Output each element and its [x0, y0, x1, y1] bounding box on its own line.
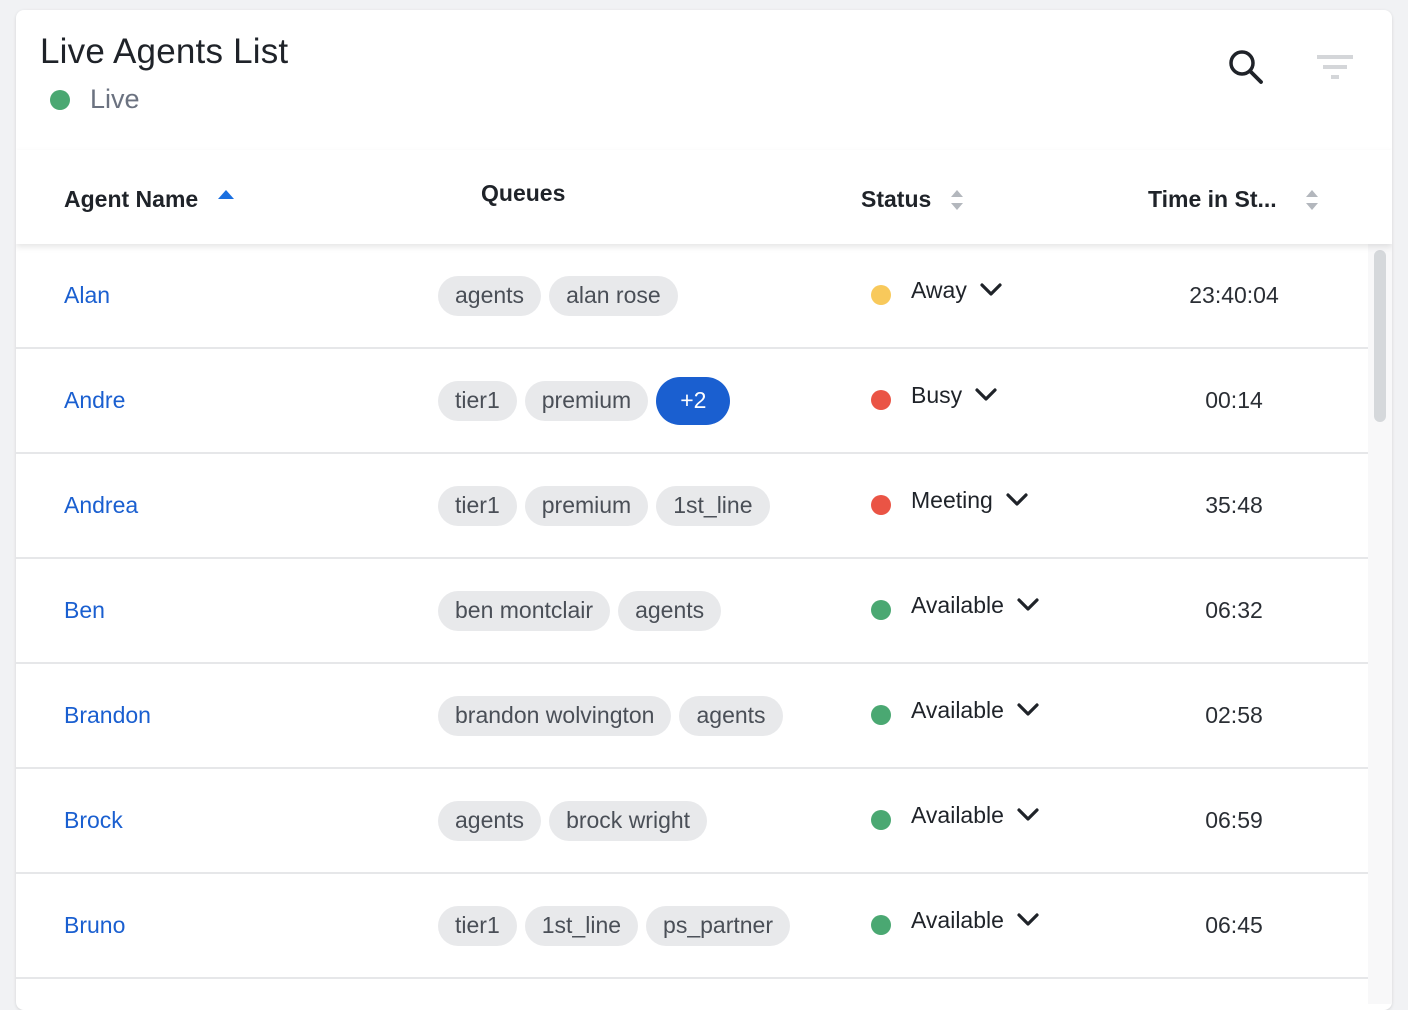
time-in-status: 35:48	[1205, 492, 1263, 518]
filter-button[interactable]	[1313, 44, 1359, 90]
time-in-status: 23:40:04	[1189, 282, 1279, 308]
time-in-status: 02:58	[1205, 702, 1263, 728]
search-button[interactable]	[1223, 44, 1269, 90]
column-header-status[interactable]: Status	[861, 186, 963, 213]
status-dropdown[interactable]: Available	[871, 559, 1040, 651]
more-queues-button[interactable]: +2	[656, 376, 731, 425]
queue-chip: tier1	[438, 485, 517, 526]
queue-chip: agents	[438, 275, 542, 316]
agents-table-body: Alan agents alan rose Away 23:40:04 Andre…	[16, 244, 1368, 979]
chevron-down-icon	[1017, 913, 1039, 926]
status-dot	[871, 915, 891, 935]
queue-chip: brock wright	[549, 800, 708, 841]
sort-ascending-icon[interactable]	[217, 188, 235, 202]
agent-name-link[interactable]: Andre	[64, 349, 125, 452]
time-in-status: 06:45	[1205, 912, 1263, 938]
status-dot	[871, 390, 891, 410]
queue-chip: agents	[618, 590, 722, 631]
queue-chip: premium	[524, 380, 649, 421]
sort-icon[interactable]	[1304, 189, 1320, 211]
queue-chip: premium	[524, 485, 649, 526]
queues-cell: ben montclair agents	[438, 559, 722, 662]
agent-name-link[interactable]: Alan	[64, 244, 110, 347]
queues-cell: tier1 premium +2	[438, 349, 731, 452]
column-label: Time in St...	[1148, 186, 1277, 212]
agent-name-link[interactable]: Brandon	[64, 664, 151, 767]
table-row: Andrea tier1 premium 1st_line Meeting 35:4…	[16, 454, 1368, 559]
chevron-down-icon	[975, 388, 997, 401]
scrollbar-track[interactable]	[1368, 244, 1392, 1004]
live-label: Live	[90, 84, 140, 114]
chevron-down-icon	[1017, 703, 1039, 716]
queue-chip: 1st_line	[656, 485, 770, 526]
page-title: Live Agents List	[40, 32, 289, 71]
chevron-down-icon	[1017, 598, 1039, 611]
chevron-down-icon	[980, 283, 1002, 296]
time-in-status: 06:59	[1205, 807, 1263, 833]
time-in-status: 00:14	[1205, 387, 1263, 413]
status-dot	[871, 600, 891, 620]
status-label: Available	[911, 591, 1004, 618]
queues-cell: brandon wolvington agents	[438, 664, 783, 767]
agent-name-link[interactable]: Ben	[64, 559, 105, 662]
status-dropdown[interactable]: Away	[871, 244, 1003, 336]
queue-chip: tier1	[438, 905, 517, 946]
search-icon	[1229, 50, 1263, 84]
scrollbar-thumb[interactable]	[1374, 250, 1386, 422]
status-dropdown[interactable]: Available	[871, 874, 1040, 966]
table-row: Alan agents alan rose Away 23:40:04	[16, 244, 1368, 349]
table-row: Brandon brandon wolvington agents Availab…	[16, 664, 1368, 769]
status-dropdown[interactable]: Meeting	[871, 454, 1029, 546]
status-dot	[871, 285, 891, 305]
table-row: Brock agents brock wright Available 06:59	[16, 769, 1368, 874]
queue-chip: ps_partner	[646, 905, 790, 946]
status-label: Available	[911, 801, 1004, 828]
column-header-queues: Queues	[481, 180, 565, 207]
agent-name-link[interactable]: Brock	[64, 769, 123, 872]
queue-chip: agents	[438, 800, 542, 841]
queues-cell: agents alan rose	[438, 244, 678, 347]
status-dot	[871, 705, 891, 725]
queues-cell: tier1 1st_line ps_partner	[438, 874, 790, 977]
queues-cell: tier1 premium 1st_line	[438, 454, 770, 557]
filter-icon	[1317, 55, 1353, 79]
live-indicator: Live	[50, 84, 140, 115]
status-dropdown[interactable]: Available	[871, 769, 1040, 861]
column-label: Agent Name	[64, 186, 199, 212]
column-label: Status	[861, 186, 932, 212]
queue-chip: ben montclair	[438, 590, 611, 631]
queue-chip: brandon wolvington	[438, 695, 672, 736]
table-row: Ben ben montclair agents Available 06:32	[16, 559, 1368, 664]
agent-name-link[interactable]: Bruno	[64, 874, 125, 977]
live-agents-card: Live Agents List Live Agent Name Queues …	[16, 10, 1392, 1010]
status-label: Away	[911, 276, 967, 303]
queue-chip: agents	[679, 695, 783, 736]
status-label: Available	[911, 696, 1004, 723]
column-header-time-in-status[interactable]: Time in St...	[1148, 186, 1318, 213]
status-dot	[871, 810, 891, 830]
queues-cell: agents brock wright	[438, 769, 708, 872]
table-row: Andre tier1 premium +2 Busy 00:14	[16, 349, 1368, 454]
agent-name-link[interactable]: Andrea	[64, 454, 138, 557]
status-label: Available	[911, 906, 1004, 933]
time-in-status: 06:32	[1205, 597, 1263, 623]
status-dot	[871, 495, 891, 515]
column-label: Queues	[481, 180, 566, 206]
chevron-down-icon	[1017, 808, 1039, 821]
status-dropdown[interactable]: Busy	[871, 349, 998, 441]
sort-icon[interactable]	[949, 189, 965, 211]
status-label: Meeting	[911, 486, 993, 513]
status-dropdown[interactable]: Available	[871, 664, 1040, 756]
queue-chip: tier1	[438, 380, 517, 421]
live-status-dot	[50, 89, 70, 110]
table-row: Bruno tier1 1st_line ps_partner Available …	[16, 874, 1368, 979]
status-label: Busy	[911, 381, 963, 408]
table-header: Agent Name Queues Status Time in St...	[16, 150, 1392, 244]
queue-chip: 1st_line	[524, 905, 639, 946]
queue-chip: alan rose	[549, 275, 678, 316]
chevron-down-icon	[1006, 493, 1028, 506]
column-header-agent-name[interactable]: Agent Name	[64, 186, 234, 213]
